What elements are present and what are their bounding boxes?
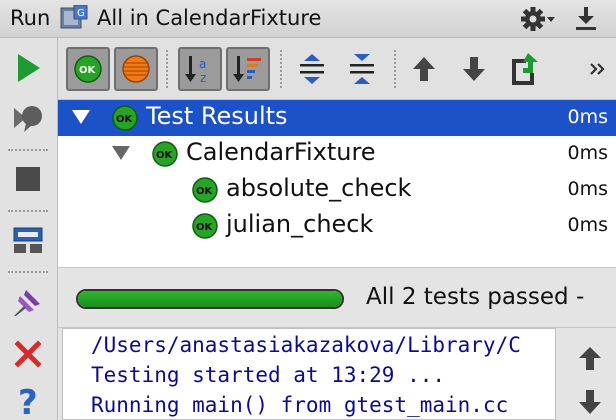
tree-row-test-results[interactable]: OK Test Results 0ms (58, 100, 616, 136)
scroll-down-icon[interactable] (573, 388, 607, 420)
tree-row-label: julian_check (226, 210, 374, 238)
tree-row-test[interactable]: OK absolute_check 0ms (58, 172, 616, 208)
show-ignored-button[interactable] (114, 47, 158, 91)
ok-status-icon: OK (152, 141, 178, 167)
svg-text:OK: OK (196, 186, 214, 197)
tree-row-label: CalendarFixture (186, 138, 376, 166)
stop-icon[interactable] (10, 161, 46, 197)
console-toolbar (563, 328, 616, 420)
run-toolbar: ? (0, 38, 58, 420)
show-passed-icon: OK (74, 55, 102, 83)
expand-toggle-icon[interactable] (72, 110, 90, 124)
test-progress-fill (78, 291, 342, 307)
sort-alphabetically-icon: a z (185, 56, 206, 85)
run-panel-header: Run G All in CalendarFixture (0, 0, 616, 38)
toggle-auto-test-icon[interactable] (10, 100, 46, 136)
tree-row-duration: 0ms (567, 106, 609, 128)
svg-text:z: z (200, 71, 206, 85)
toolbar-separator (394, 50, 396, 88)
show-ignored-icon (122, 55, 150, 83)
expand-toggle-icon[interactable] (112, 146, 130, 160)
svg-text:OK: OK (156, 150, 174, 161)
console-output[interactable]: /Users/anastasiakazakova/Library/C Testi… (62, 328, 556, 420)
tree-row-duration: 0ms (567, 178, 609, 200)
sort-alphabetically-button[interactable]: a z (178, 47, 222, 91)
console-panel: /Users/anastasiakazakova/Library/C Testi… (58, 328, 616, 420)
hide-panel-icon[interactable] (573, 5, 599, 33)
ok-status-icon: OK (112, 105, 138, 131)
toolbar-separator (280, 50, 282, 88)
test-progress-bar (76, 289, 344, 309)
console-line: Running main() from gtest_main.cc (91, 393, 509, 417)
gear-icon[interactable] (520, 5, 556, 33)
console-line: /Users/anastasiakazakova/Library/C (91, 333, 521, 357)
tree-row-duration: 0ms (567, 214, 609, 236)
svg-text:a: a (199, 57, 206, 71)
previous-failed-icon[interactable] (406, 51, 442, 87)
help-icon[interactable]: ? (10, 382, 46, 418)
export-results-icon[interactable] (506, 51, 542, 87)
svg-text:OK: OK (79, 65, 97, 76)
toolbar-separator (8, 210, 48, 212)
show-passed-button[interactable]: OK (66, 47, 110, 91)
test-config-icon: G (60, 5, 88, 29)
svg-text:OK: OK (116, 114, 134, 125)
svg-text:OK: OK (196, 222, 214, 233)
more-icon[interactable] (582, 51, 612, 87)
close-icon[interactable] (10, 336, 46, 372)
tree-row-label: absolute_check (226, 174, 412, 202)
restore-layout-icon[interactable] (10, 222, 46, 258)
test-status-text: All 2 tests passed - (366, 284, 585, 310)
scroll-up-icon[interactable] (573, 342, 607, 376)
tree-row-test[interactable]: OK julian_check 0ms (58, 208, 616, 244)
run-panel-title: Run (10, 6, 51, 30)
pin-icon[interactable] (10, 284, 46, 320)
test-results-tree: OK Test Results 0ms OK CalendarFixture 0… (58, 100, 616, 268)
toolbar-separator (8, 271, 48, 273)
test-status-bar: All 2 tests passed - (58, 268, 616, 328)
rerun-icon[interactable] (10, 50, 46, 86)
ok-status-icon: OK (192, 213, 218, 239)
tree-row-fixture[interactable]: OK CalendarFixture 0ms (58, 136, 616, 172)
expand-all-icon[interactable] (294, 51, 330, 87)
svg-text:G: G (77, 8, 85, 19)
ok-status-icon: OK (192, 177, 218, 203)
toolbar-separator (8, 149, 48, 151)
test-results-toolbar: OK a z (58, 38, 616, 100)
svg-text:?: ? (18, 383, 38, 418)
next-failed-icon[interactable] (456, 51, 492, 87)
collapse-all-icon[interactable] (344, 51, 380, 87)
toolbar-separator (166, 50, 168, 88)
sort-by-duration-icon (233, 56, 261, 82)
sort-by-duration-button[interactable] (226, 47, 270, 91)
run-config-name: All in CalendarFixture (97, 6, 322, 30)
tree-row-label: Test Results (146, 102, 288, 130)
tree-row-duration: 0ms (567, 142, 609, 164)
console-line: Testing started at 13:29 ... (91, 363, 446, 387)
